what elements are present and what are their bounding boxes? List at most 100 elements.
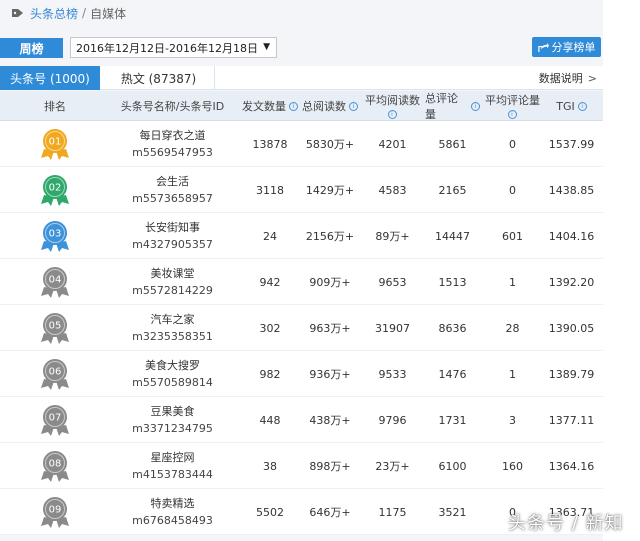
info-icon[interactable]: i	[577, 101, 587, 111]
total-reads-cell: 5830万+	[305, 138, 355, 151]
account-cell[interactable]: 星座控网 m4153783444	[110, 443, 235, 489]
table-row[interactable]: 07 豆果美食 m3371234795 448 438万+ 9796 1731 3 1377.1…	[0, 397, 603, 443]
medal-icon: 03	[41, 221, 69, 252]
tag-icon	[12, 9, 23, 17]
avg-comments-cell: 0	[509, 183, 516, 197]
rank-number: 09	[49, 505, 62, 516]
table-row[interactable]: 08 星座控网 m4153783444 38 898万+ 23万+ 6100 160 1364.…	[0, 443, 603, 489]
rank-number: 04	[49, 275, 62, 286]
tgi-cell: 1390.05	[548, 321, 595, 335]
header-tgi-label: TGI	[556, 99, 575, 113]
dropdown-arrow-icon: ▼	[263, 42, 270, 52]
avg-reads-cell: 9533	[378, 367, 407, 381]
account-cell[interactable]: 豆果美食 m3371234795	[110, 397, 235, 443]
avg-comments-cell: 601	[502, 229, 523, 243]
account-cell[interactable]: 美食大搜罗 m5570589814	[110, 351, 235, 397]
table-row[interactable]: 03 长安街知事 m4327905357 24 2156万+ 89万+ 14447 601 14…	[0, 213, 603, 259]
header-avg-reads-label: 平均阅读数	[365, 94, 420, 107]
watermark: 头条号 / 新知	[508, 513, 624, 534]
account-id: m3235358351	[132, 330, 213, 343]
account-cell[interactable]: 长安街知事 m4327905357	[110, 213, 235, 259]
header-tgi: TGI i	[540, 91, 603, 121]
info-icon[interactable]: i	[289, 101, 298, 111]
rank-cell: 08	[0, 443, 110, 489]
tgi-cell: 1537.99	[548, 137, 595, 151]
total-comments-cell: 5861	[438, 137, 467, 151]
header-total-comments-label: 总评论量	[425, 92, 458, 121]
posts-cell: 448	[259, 413, 281, 427]
table-row[interactable]: 05 汽车之家 m3235358351 302 963万+ 31907 8636 28 1390…	[0, 305, 603, 351]
account-cell[interactable]: 汽车之家 m3235358351	[110, 305, 235, 351]
table-row[interactable]: 04 美妆课堂 m5572814229 942 909万+ 9653 1513 1 1392.2…	[0, 259, 603, 305]
header-avg-comments: 平均评论量 i	[480, 91, 545, 121]
tab-accounts[interactable]: 头条号 (1000)	[0, 66, 100, 90]
account-name[interactable]: 特卖精选	[151, 495, 195, 512]
period-label: 周榜	[0, 38, 63, 58]
header-rank: 排名	[44, 100, 66, 113]
account-cell[interactable]: 特卖精选 m6768458493	[110, 489, 235, 535]
avg-reads-cell: 9653	[378, 275, 407, 289]
total-reads-cell: 646万+	[309, 506, 351, 519]
header-avg-comments-label: 平均评论量	[485, 94, 540, 107]
table-row[interactable]: 02 会生活 m5573658957 3118 1429万+ 4583 2165 0 1438.…	[0, 167, 603, 213]
info-icon[interactable]: i	[471, 101, 480, 111]
rank-cell: 02	[0, 167, 110, 213]
header-posts-label: 发文数量	[242, 100, 286, 113]
date-range-value: 2016年12月12日-2016年12月18日	[76, 41, 258, 55]
chevron-right-icon: >	[587, 71, 597, 85]
account-name[interactable]: 每日穿衣之道	[140, 127, 206, 144]
medal-icon: 01	[41, 129, 69, 160]
total-comments-cell: 3521	[438, 505, 467, 519]
tgi-cell: 1438.85	[548, 183, 595, 197]
posts-cell: 38	[263, 459, 277, 473]
account-name[interactable]: 长安街知事	[145, 219, 200, 236]
account-id: m6768458493	[132, 514, 213, 527]
table-row[interactable]: 06 美食大搜罗 m5570589814 982 936万+ 9533 1476 1 1389.…	[0, 351, 603, 397]
total-reads-cell: 2156万+	[305, 230, 355, 243]
account-name[interactable]: 美食大搜罗	[145, 357, 200, 374]
avg-reads-cell: 1175	[378, 505, 407, 519]
info-icon[interactable]: i	[507, 110, 517, 119]
header-avg-reads: 平均阅读数 i	[360, 91, 425, 121]
account-cell[interactable]: 每日穿衣之道 m5569547953	[110, 121, 235, 167]
account-cell[interactable]: 会生活 m5573658957	[110, 167, 235, 213]
rank-number: 01	[49, 137, 62, 148]
data-description-link[interactable]: 数据说明 >	[539, 66, 597, 90]
account-name[interactable]: 星座控网	[151, 449, 195, 466]
header-posts: 发文数量 i	[235, 91, 305, 121]
total-reads-cell: 1429万+	[305, 184, 355, 197]
rank-number: 08	[49, 459, 62, 470]
account-name[interactable]: 豆果美食	[151, 403, 195, 420]
table-row[interactable]: 01 每日穿衣之道 m5569547953 13878 5830万+ 4201 5861 0 1…	[0, 121, 603, 167]
medal-icon: 07	[41, 405, 69, 436]
total-reads-cell: 936万+	[309, 368, 351, 381]
breadcrumb: 头条总榜 / 自媒体	[12, 4, 126, 22]
total-comments-cell: 1513	[438, 275, 467, 289]
rank-cell: 03	[0, 213, 110, 259]
info-icon[interactable]: i	[349, 101, 358, 111]
account-name[interactable]: 美妆课堂	[151, 265, 195, 282]
account-cell[interactable]: 美妆课堂 m5572814229	[110, 259, 235, 305]
account-name[interactable]: 汽车之家	[151, 311, 195, 328]
medal-icon: 02	[41, 175, 69, 206]
account-id: m4153783444	[132, 468, 213, 481]
share-icon	[537, 42, 549, 52]
header-name: 头条号名称/头条号ID	[120, 100, 225, 113]
table-header: 排名 头条号名称/头条号ID 发文数量 i 总阅读数 i 平均阅读数 i 总评论量 i …	[0, 91, 603, 121]
account-name[interactable]: 会生活	[156, 173, 189, 190]
tgi-cell: 1377.11	[548, 413, 595, 427]
posts-cell: 24	[263, 229, 277, 243]
date-range-select[interactable]: 2016年12月12日-2016年12月18日 ▼	[70, 37, 277, 58]
avg-comments-cell: 1	[509, 275, 516, 289]
rank-number: 06	[49, 367, 62, 378]
ranking-panel: 头条总榜 / 自媒体 周榜 2016年12月12日-2016年12月18日 ▼ …	[0, 0, 603, 541]
rank-cell: 01	[0, 121, 110, 167]
share-ranking-button[interactable]: 分享榜单	[532, 37, 601, 57]
account-id: m4327905357	[132, 238, 213, 251]
breadcrumb-link[interactable]: 头条总榜	[30, 5, 78, 22]
total-comments-cell: 8636	[438, 321, 467, 335]
account-id: m5569547953	[132, 146, 213, 159]
info-icon[interactable]: i	[387, 110, 397, 119]
account-id: m5572814229	[132, 284, 213, 297]
tab-hot-articles[interactable]: 热文 (87387)	[103, 66, 215, 90]
